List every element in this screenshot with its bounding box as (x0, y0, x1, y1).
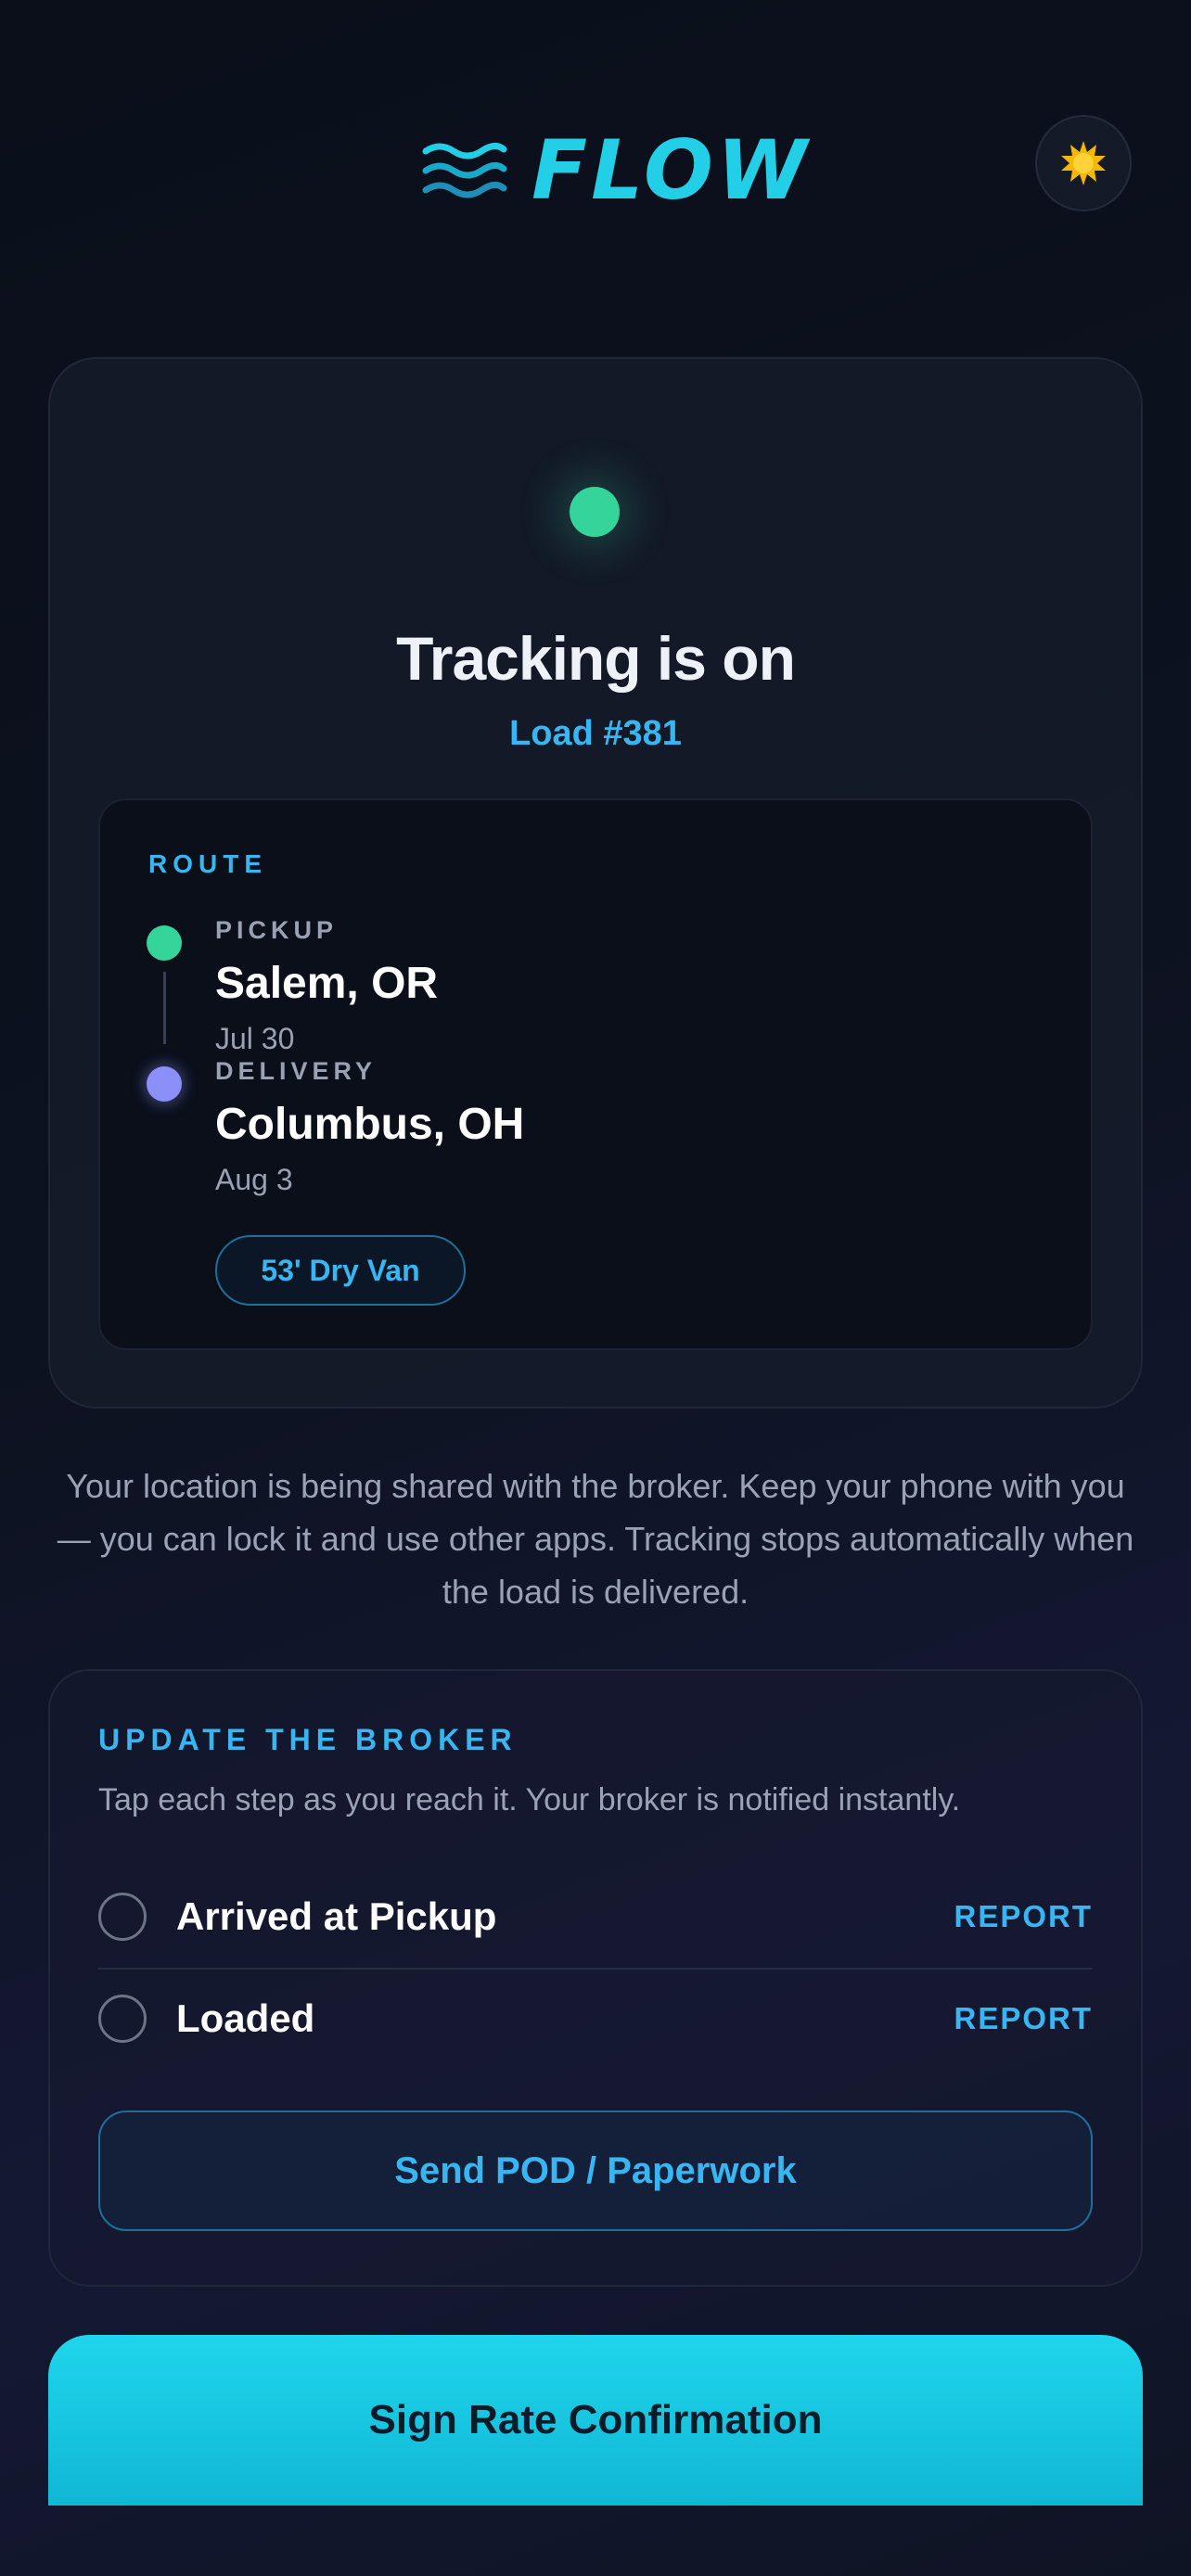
update-subtitle: Tap each step as you reach it. Your brok… (98, 1782, 961, 1817)
step-loaded[interactable]: Loaded REPORT (98, 1969, 1093, 2069)
equipment-badge: 53' Dry Van (215, 1235, 466, 1306)
app-header: FLOW (0, 0, 1191, 343)
send-pod-button[interactable]: Send POD / Paperwork (98, 2111, 1093, 2231)
pickup-date: Jul 30 (215, 1022, 295, 1055)
update-title: UPDATE THE BROKER (98, 1723, 518, 1756)
step-label: Arrived at Pickup (176, 1894, 497, 1938)
load-number: Load #381 (509, 714, 682, 753)
report-button[interactable]: REPORT (954, 1899, 1093, 1934)
delivery-type-label: DELIVERY (215, 1057, 378, 1085)
waves-icon (422, 143, 507, 198)
sharing-info-text: Your location is being shared with the b… (57, 1467, 1134, 1611)
sign-rate-confirmation-button[interactable]: Sign Rate Confirmation (48, 2335, 1143, 2506)
route-label: ROUTE (148, 849, 267, 878)
delivery-city: Columbus, OH (215, 1100, 525, 1149)
step-arrived-at-pickup[interactable]: Arrived at Pickup REPORT (98, 1867, 1093, 1967)
delivery-date: Aug 3 (215, 1163, 293, 1196)
delivery-dot-icon (147, 1066, 182, 1102)
route-connector (163, 972, 166, 1044)
pickup-dot-icon (147, 925, 182, 961)
step-checkbox[interactable] (98, 1995, 147, 2043)
step-label: Loaded (176, 1996, 315, 2040)
pickup-type-label: PICKUP (215, 916, 339, 944)
tracking-title: Tracking is on (396, 624, 796, 693)
sun-icon (1061, 141, 1106, 185)
brand-logo: FLOW (422, 128, 811, 213)
tracking-status-indicator (570, 487, 620, 537)
theme-toggle-button[interactable] (1035, 115, 1132, 211)
report-button[interactable]: REPORT (954, 2001, 1093, 2036)
step-checkbox[interactable] (98, 1893, 147, 1941)
brand-name: FLOW (531, 122, 811, 218)
pickup-city: Salem, OR (215, 959, 439, 1008)
